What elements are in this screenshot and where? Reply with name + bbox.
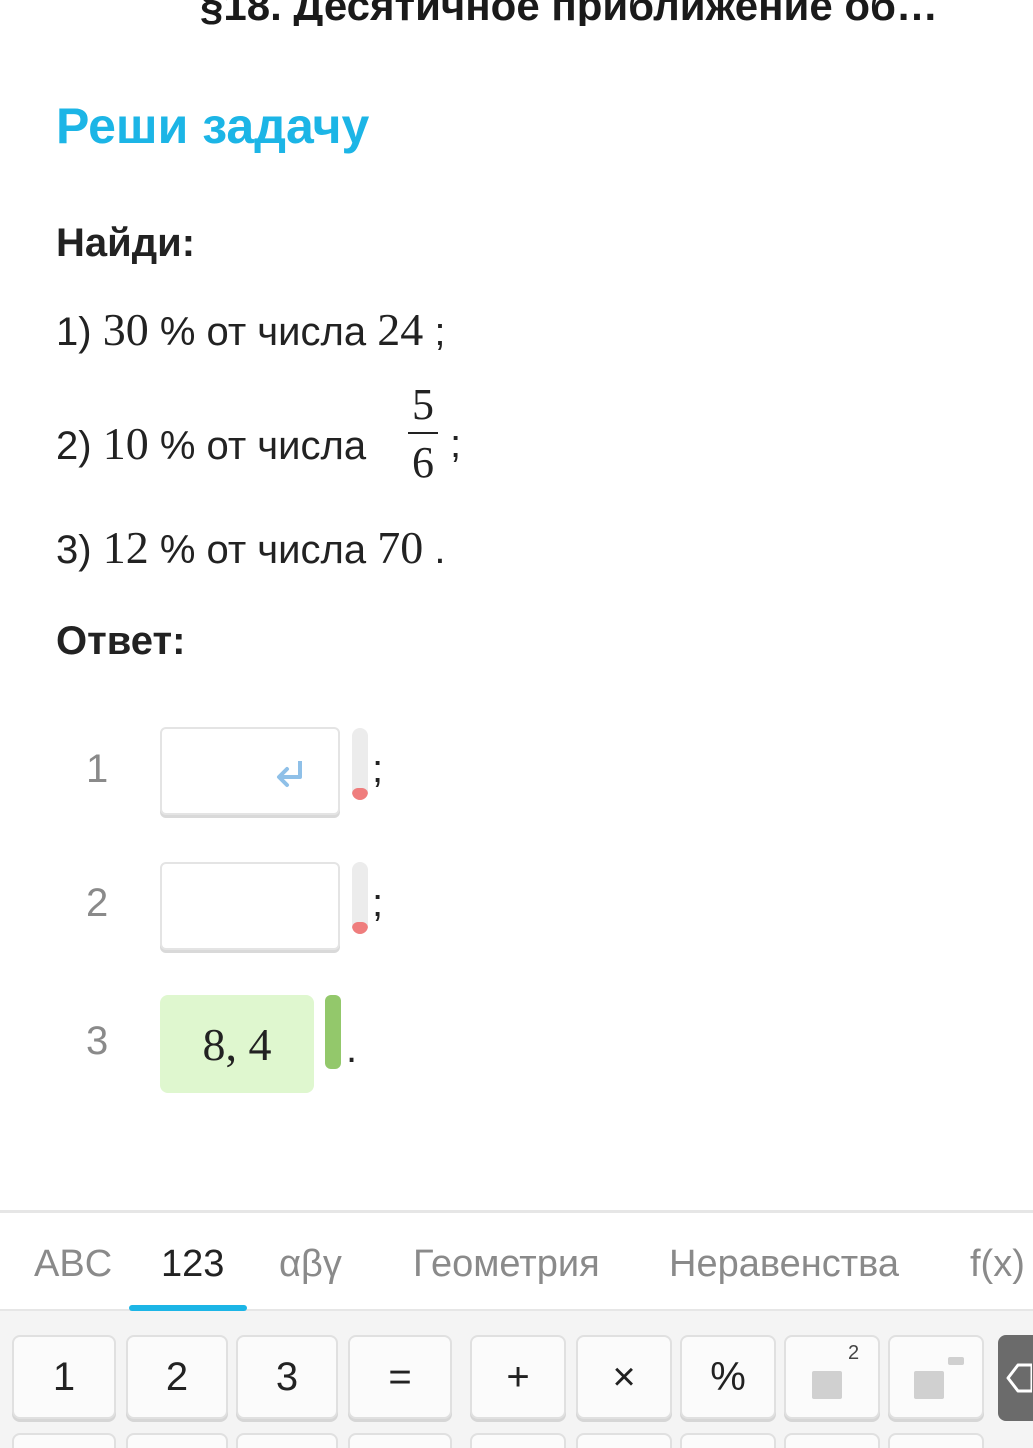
keyboard-keys: 1 2 3 = + × % 2 (0, 1311, 1033, 1448)
fraction-numerator: 5 (412, 380, 434, 429)
answer-label: Ответ: (56, 619, 186, 663)
answer-status-indicator (352, 728, 368, 800)
key-1[interactable]: 1 (12, 1335, 116, 1419)
problem-3: 3) 12 % от числа 70 . (56, 524, 445, 574)
answer-value: 8, 4 (202, 1019, 272, 1070)
key-percent[interactable]: % (680, 1335, 776, 1419)
tab-inequalities[interactable]: Неравенства (669, 1241, 899, 1287)
find-label: Найди: (56, 221, 196, 265)
problem-number: 70 (377, 522, 424, 573)
answer-index: 3 (86, 1019, 109, 1063)
key-row2-9[interactable] (888, 1433, 984, 1448)
answer-status-indicator (352, 862, 368, 934)
problem-prefix: 3) (56, 528, 92, 572)
keyboard-tabs: ABC 123 αβγ Геометрия Неравенства f(x) (0, 1213, 1033, 1311)
key-row2-4[interactable] (348, 1433, 452, 1448)
key-plus[interactable]: + (470, 1335, 566, 1419)
fraction: 5 6 (408, 380, 438, 488)
problem-text: % от числа (159, 528, 367, 572)
backspace-key[interactable] (998, 1335, 1033, 1421)
key-square[interactable]: 2 (784, 1335, 880, 1419)
back-chevron-icon[interactable] (50, 0, 100, 20)
page-title: §18. Десятичное приближение об… (200, 0, 938, 26)
answer-separator: ; (372, 747, 384, 791)
tab-geometry[interactable]: Геометрия (413, 1241, 600, 1287)
answer-correct-indicator (325, 995, 341, 1069)
base-square-icon (914, 1371, 944, 1399)
key-3[interactable]: 3 (236, 1335, 338, 1419)
fraction-bar (408, 432, 438, 434)
backspace-icon (1006, 1363, 1032, 1393)
answer-index: 2 (86, 881, 109, 925)
problem-end: ; (450, 422, 462, 466)
problem-text: % от числа (159, 310, 367, 354)
key-power[interactable] (888, 1335, 984, 1419)
key-row2-8[interactable] (784, 1433, 880, 1448)
problem-1: 1) 30 % от числа 24 ; (56, 306, 445, 356)
problem-percent: 12 (102, 522, 149, 573)
tab-123[interactable]: 123 (161, 1241, 224, 1287)
answer-separator: . (346, 1027, 358, 1071)
key-times[interactable]: × (576, 1335, 672, 1419)
problem-text: % от числа (159, 424, 367, 468)
key-row2-2[interactable] (126, 1433, 228, 1448)
key-row2-5[interactable] (470, 1433, 566, 1448)
key-2[interactable]: 2 (126, 1335, 228, 1419)
problem-2: 2) 10 % от числа (56, 420, 366, 470)
tab-greek[interactable]: αβγ (279, 1241, 342, 1287)
tab-functions[interactable]: f(x) (970, 1241, 1025, 1287)
problem-prefix: 1) (56, 310, 92, 354)
key-row2-3[interactable] (236, 1433, 338, 1448)
fraction-denominator: 6 (412, 438, 434, 487)
placeholder-square-icon (812, 1371, 842, 1399)
tab-abc[interactable]: ABC (34, 1241, 112, 1287)
key-row2-6[interactable] (576, 1433, 672, 1448)
answer-input-3[interactable]: 8, 4 (160, 995, 314, 1093)
problem-percent: 10 (102, 418, 149, 469)
exponent-square-icon (948, 1357, 964, 1365)
problem-end: ; (434, 310, 446, 354)
task-heading: Реши задачу (56, 98, 370, 154)
answer-input-2[interactable] (160, 862, 340, 950)
answer-input-1[interactable] (160, 727, 340, 815)
problem-number: 24 (377, 304, 424, 355)
answer-index: 1 (86, 747, 109, 791)
problem-percent: 30 (102, 304, 149, 355)
answer-separator: ; (372, 881, 384, 925)
key-row2-7[interactable] (680, 1433, 776, 1448)
superscript-two: 2 (848, 1342, 860, 1364)
problem-end: . (434, 528, 446, 572)
key-equals[interactable]: = (348, 1335, 452, 1419)
enter-icon[interactable] (272, 757, 308, 791)
problem-prefix: 2) (56, 424, 92, 468)
key-row2-1[interactable] (12, 1433, 116, 1448)
